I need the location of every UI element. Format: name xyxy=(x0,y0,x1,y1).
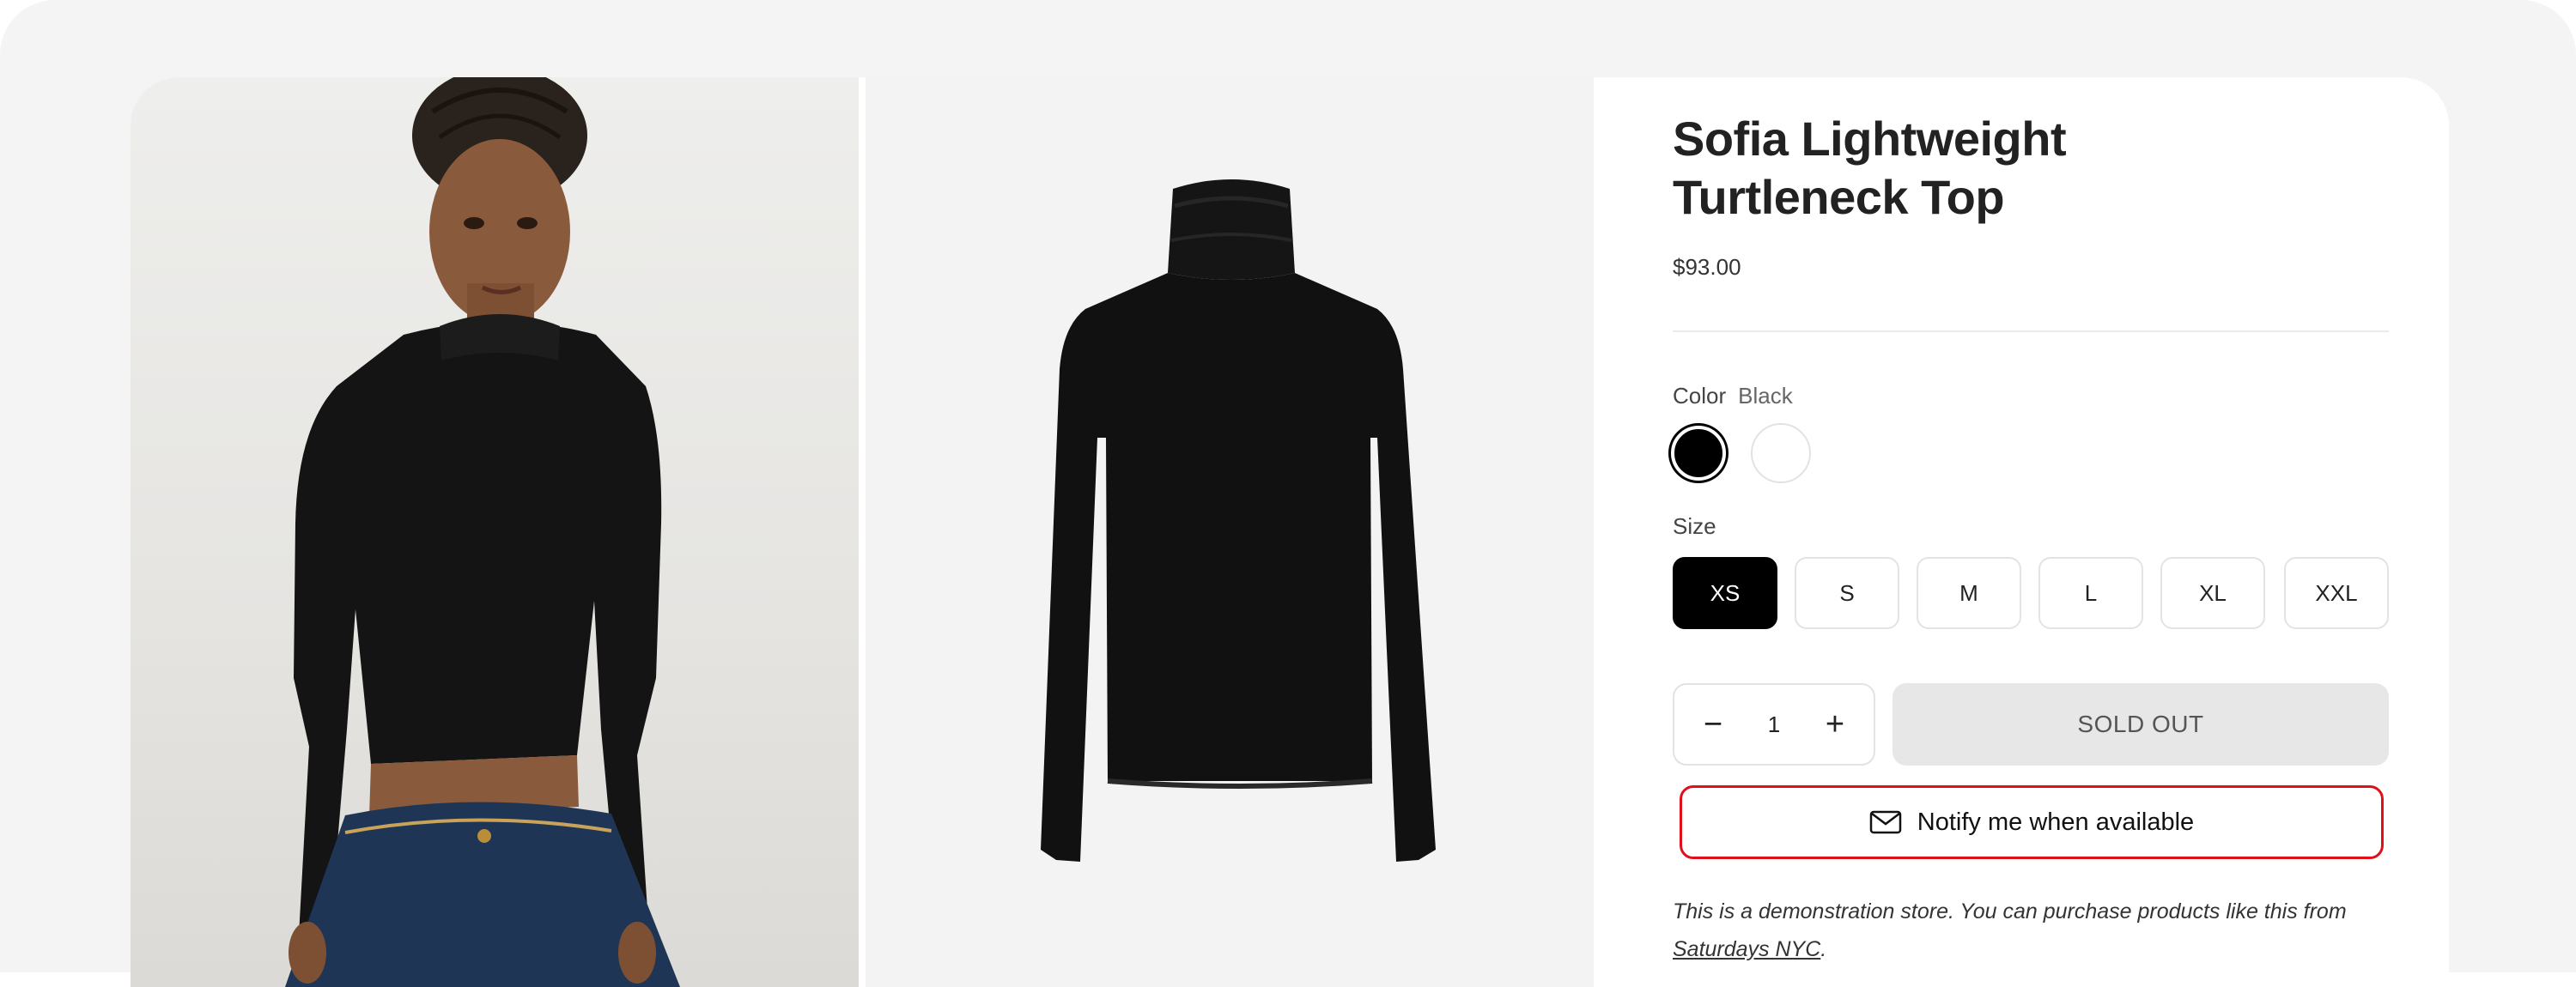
color-swatch-white[interactable] xyxy=(1751,423,1811,483)
color-label: Color xyxy=(1673,383,1727,409)
envelope-icon xyxy=(1869,810,1902,834)
quantity-value[interactable]: 1 xyxy=(1743,685,1805,764)
notify-me-button[interactable]: Notify me when available xyxy=(1680,785,2384,859)
product-details-panel: Sofia Lightweight Turtleneck Top $93.00 … xyxy=(1594,77,2449,987)
notice-end: . xyxy=(1820,937,1827,961)
size-selector: XS S M L XL XXL xyxy=(1673,557,2389,631)
notify-label: Notify me when available xyxy=(1917,808,2195,836)
size-option-l[interactable]: L xyxy=(2038,557,2143,629)
product-card: Sofia Lightweight Turtleneck Top $93.00 … xyxy=(131,77,2449,987)
color-swatch-black[interactable] xyxy=(1671,426,1726,481)
product-photo-illustration xyxy=(1041,179,1436,862)
product-image-model[interactable] xyxy=(131,77,859,987)
size-option-xxl[interactable]: XXL xyxy=(2284,557,2389,629)
product-price: $93.00 xyxy=(1673,254,1741,280)
size-option-xl[interactable]: XL xyxy=(2160,557,2265,629)
image-gap xyxy=(859,77,866,987)
decrement-button[interactable]: − xyxy=(1683,685,1743,764)
quantity-stepper: − 1 + xyxy=(1673,683,1875,766)
model-photo-illustration xyxy=(285,77,680,987)
color-option-label: Color Black xyxy=(1673,383,1793,409)
size-option-xs[interactable]: XS xyxy=(1673,557,1777,629)
notice-text: This is a demonstration store. You can p… xyxy=(1673,899,2347,923)
product-image-flat[interactable] xyxy=(866,77,1594,987)
size-option-s[interactable]: S xyxy=(1795,557,1899,629)
size-label: Size xyxy=(1673,513,1716,539)
sold-out-button[interactable]: SOLD OUT xyxy=(1893,683,2389,766)
saturdays-nyc-link[interactable]: Saturdays NYC xyxy=(1673,937,1820,961)
product-title: Sofia Lightweight Turtleneck Top xyxy=(1673,112,2067,224)
color-selected-value: Black xyxy=(1738,383,1793,409)
size-option-m[interactable]: M xyxy=(1917,557,2021,629)
demo-store-notice: This is a demonstration store. You can p… xyxy=(1673,893,2389,968)
increment-button[interactable]: + xyxy=(1805,685,1865,764)
divider xyxy=(1673,330,2389,332)
